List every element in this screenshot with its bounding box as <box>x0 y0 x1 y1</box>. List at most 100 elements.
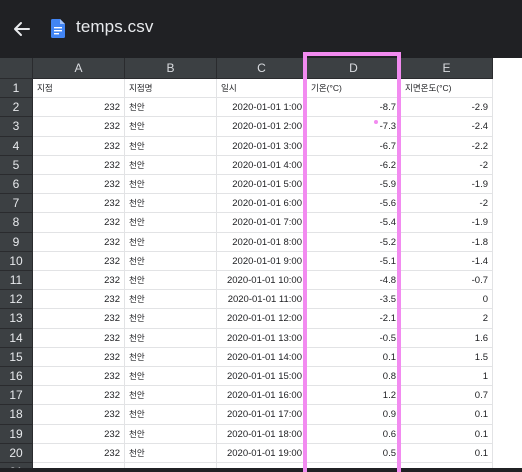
cell-c11[interactable]: 2020-01-01 10:00 <box>217 271 307 291</box>
cell-e17[interactable]: 0.7 <box>401 386 493 406</box>
cell-c12[interactable]: 2020-01-01 11:00 <box>217 290 307 310</box>
cell-d12[interactable]: -3.5 <box>307 290 401 310</box>
cell-d5[interactable]: -6.2 <box>307 155 401 175</box>
cell-a2[interactable]: 232 <box>33 98 125 118</box>
row-header-3[interactable]: 3 <box>0 117 33 137</box>
cell-d14[interactable]: -0.5 <box>307 328 401 348</box>
row-header-10[interactable]: 10 <box>0 251 33 271</box>
cell-d18[interactable]: 0.9 <box>307 405 401 425</box>
back-button[interactable] <box>10 17 34 41</box>
cell-a18[interactable]: 232 <box>33 405 125 425</box>
cell-b12[interactable]: 천안 <box>125 290 217 310</box>
cell-b1[interactable]: 지점명 <box>125 79 217 99</box>
cell-b8[interactable]: 천안 <box>125 213 217 233</box>
cell-b17[interactable]: 천안 <box>125 386 217 406</box>
cell-d6[interactable]: -5.9 <box>307 175 401 195</box>
cell-e2[interactable]: -2.9 <box>401 98 493 118</box>
cell-c16[interactable]: 2020-01-01 15:00 <box>217 367 307 387</box>
column-header-a[interactable]: A <box>33 58 125 79</box>
cell-d2[interactable]: -8.7 <box>307 98 401 118</box>
cell-e4[interactable]: -2.2 <box>401 136 493 156</box>
cell-b20[interactable]: 천안 <box>125 443 217 463</box>
row-header-11[interactable]: 11 <box>0 271 33 291</box>
select-all-corner[interactable] <box>0 58 33 79</box>
cell-c14[interactable]: 2020-01-01 13:00 <box>217 328 307 348</box>
column-header-d[interactable]: D <box>307 58 401 79</box>
cell-a11[interactable]: 232 <box>33 271 125 291</box>
column-header-c[interactable]: C <box>217 58 307 79</box>
row-header-18[interactable]: 18 <box>0 405 33 425</box>
spreadsheet-grid[interactable]: ABCDE123456789101112131415161718192021지점… <box>0 58 522 468</box>
row-header-17[interactable]: 17 <box>0 386 33 406</box>
row-header-9[interactable]: 9 <box>0 232 33 252</box>
row-header-12[interactable]: 12 <box>0 290 33 310</box>
row-header-13[interactable]: 13 <box>0 309 33 329</box>
cell-e11[interactable]: -0.7 <box>401 271 493 291</box>
cell-c3[interactable]: 2020-01-01 2:00 <box>217 117 307 137</box>
cell-b4[interactable]: 천안 <box>125 136 217 156</box>
cell-c15[interactable]: 2020-01-01 14:00 <box>217 347 307 367</box>
cell-d7[interactable]: -5.6 <box>307 194 401 214</box>
cell-c17[interactable]: 2020-01-01 16:00 <box>217 386 307 406</box>
cell-d9[interactable]: -5.2 <box>307 232 401 252</box>
row-header-2[interactable]: 2 <box>0 98 33 118</box>
cell-d13[interactable]: -2.1 <box>307 309 401 329</box>
cell-b18[interactable]: 천안 <box>125 405 217 425</box>
row-header-7[interactable]: 7 <box>0 194 33 214</box>
cell-c8[interactable]: 2020-01-01 7:00 <box>217 213 307 233</box>
cell-d11[interactable]: -4.8 <box>307 271 401 291</box>
cell-c19[interactable]: 2020-01-01 18:00 <box>217 424 307 444</box>
cell-b14[interactable]: 천안 <box>125 328 217 348</box>
cell-b6[interactable]: 천안 <box>125 175 217 195</box>
cell-c20[interactable]: 2020-01-01 19:00 <box>217 443 307 463</box>
cell-b7[interactable]: 천안 <box>125 194 217 214</box>
cell-d19[interactable]: 0.6 <box>307 424 401 444</box>
cell-e15[interactable]: 1.5 <box>401 347 493 367</box>
cell-e8[interactable]: -1.9 <box>401 213 493 233</box>
row-header-16[interactable]: 16 <box>0 367 33 387</box>
cell-a14[interactable]: 232 <box>33 328 125 348</box>
cell-e13[interactable]: 2 <box>401 309 493 329</box>
cell-e20[interactable]: 0.1 <box>401 443 493 463</box>
row-header-19[interactable]: 19 <box>0 424 33 444</box>
row-header-15[interactable]: 15 <box>0 347 33 367</box>
cell-e6[interactable]: -1.9 <box>401 175 493 195</box>
cell-a8[interactable]: 232 <box>33 213 125 233</box>
row-header-5[interactable]: 5 <box>0 155 33 175</box>
cell-a7[interactable]: 232 <box>33 194 125 214</box>
cell-a13[interactable]: 232 <box>33 309 125 329</box>
cell-a3[interactable]: 232 <box>33 117 125 137</box>
cell-c7[interactable]: 2020-01-01 6:00 <box>217 194 307 214</box>
cell-a5[interactable]: 232 <box>33 155 125 175</box>
cell-e7[interactable]: -2 <box>401 194 493 214</box>
cell-e1[interactable]: 지면온도(°C) <box>401 79 493 99</box>
cell-a15[interactable]: 232 <box>33 347 125 367</box>
cell-d3[interactable]: -7.3 <box>307 117 401 137</box>
cell-a19[interactable]: 232 <box>33 424 125 444</box>
cell-c21[interactable] <box>217 463 307 468</box>
cell-c5[interactable]: 2020-01-01 4:00 <box>217 155 307 175</box>
cell-b5[interactable]: 천안 <box>125 155 217 175</box>
cell-d10[interactable]: -5.1 <box>307 251 401 271</box>
cell-a17[interactable]: 232 <box>33 386 125 406</box>
cell-a10[interactable]: 232 <box>33 251 125 271</box>
cell-e5[interactable]: -2 <box>401 155 493 175</box>
row-header-21[interactable]: 21 <box>0 463 33 468</box>
cell-c18[interactable]: 2020-01-01 17:00 <box>217 405 307 425</box>
cell-d16[interactable]: 0.8 <box>307 367 401 387</box>
cell-b10[interactable]: 천안 <box>125 251 217 271</box>
cell-c2[interactable]: 2020-01-01 1:00 <box>217 98 307 118</box>
cell-e14[interactable]: 1.6 <box>401 328 493 348</box>
cell-b15[interactable]: 천안 <box>125 347 217 367</box>
cell-a12[interactable]: 232 <box>33 290 125 310</box>
cell-b11[interactable]: 천안 <box>125 271 217 291</box>
cell-e12[interactable]: 0 <box>401 290 493 310</box>
cell-e10[interactable]: -1.4 <box>401 251 493 271</box>
cell-c13[interactable]: 2020-01-01 12:00 <box>217 309 307 329</box>
cell-b13[interactable]: 천안 <box>125 309 217 329</box>
cell-b9[interactable]: 천안 <box>125 232 217 252</box>
cell-a9[interactable]: 232 <box>33 232 125 252</box>
cell-a20[interactable]: 232 <box>33 443 125 463</box>
cell-e9[interactable]: -1.8 <box>401 232 493 252</box>
row-header-8[interactable]: 8 <box>0 213 33 233</box>
